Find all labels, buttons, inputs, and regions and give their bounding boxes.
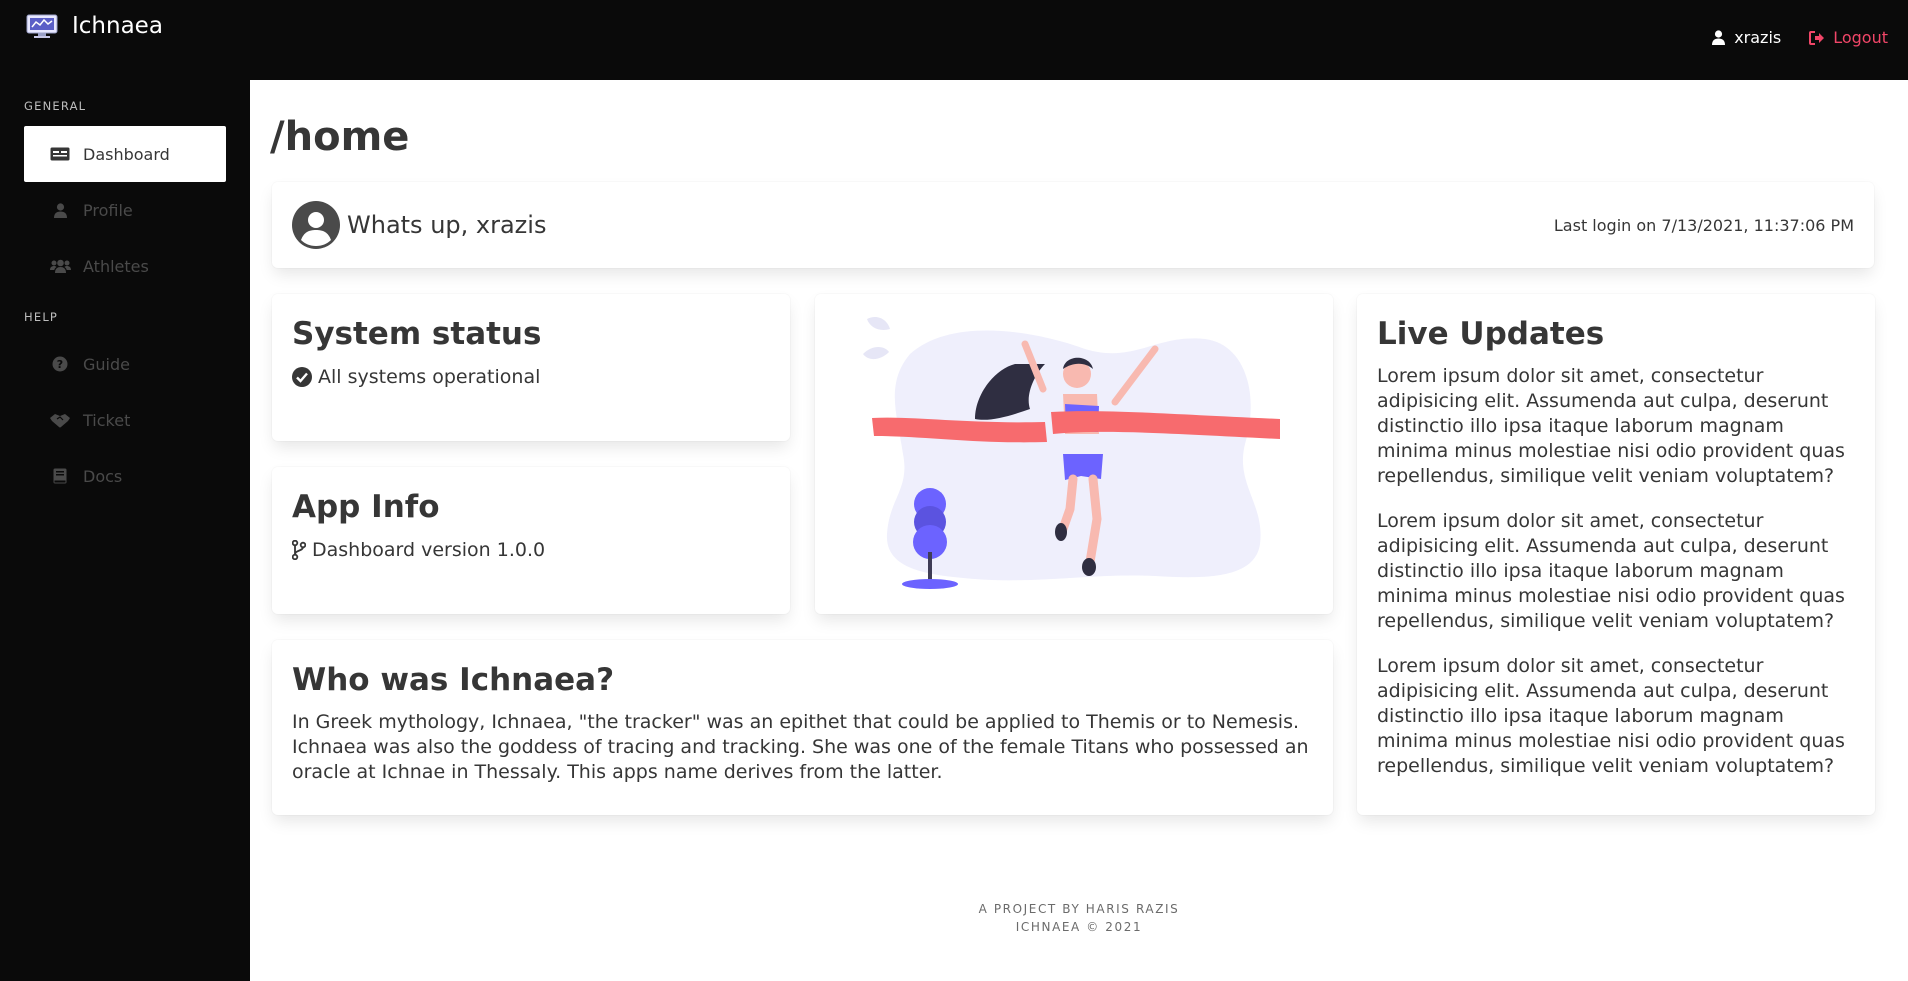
user-icon: [49, 200, 71, 220]
about-card: Who was Ichnaea? In Greek mythology, Ich…: [272, 640, 1333, 815]
check-circle-icon: [292, 367, 312, 387]
users-icon: [49, 256, 71, 276]
sidebar-item-ticket[interactable]: Ticket: [24, 392, 226, 448]
sidebar-item-label: Ticket: [83, 410, 131, 430]
sidebar-item-label: Dashboard: [83, 144, 170, 164]
brand-name: Ichnaea: [72, 13, 163, 39]
live-update-paragraph: Lorem ipsum dolor sit amet, consectetur …: [1377, 510, 1845, 632]
welcome-greeting: Whats up, xrazis: [347, 211, 547, 239]
question-circle-icon: ?: [49, 354, 71, 374]
top-navbar: Ichnaea xrazis Logout: [0, 0, 1908, 80]
handshake-icon: [49, 410, 71, 430]
illustration-card: [815, 294, 1333, 614]
sidebar-item-label: Docs: [83, 466, 123, 486]
welcome-card: Whats up, xrazis Last login on 7/13/2021…: [272, 182, 1874, 268]
live-updates-card: Live Updates Lorem ipsum dolor sit amet,…: [1357, 294, 1875, 815]
sidebar-item-label: Profile: [83, 200, 133, 220]
sidebar: GENERAL Dashboard Profile Athletes HELP …: [0, 80, 250, 981]
book-icon: [49, 466, 71, 486]
card-title: Who was Ichnaea?: [292, 662, 615, 698]
sidebar-item-profile[interactable]: Profile: [24, 182, 226, 238]
brand[interactable]: Ichnaea: [26, 10, 163, 42]
sidebar-item-label: Athletes: [83, 256, 149, 276]
code-branch-icon: [292, 540, 306, 560]
sidebar-item-label: Guide: [83, 354, 130, 374]
version-text: Dashboard version 1.0.0: [312, 539, 546, 561]
last-login-text: Last login on 7/13/2021, 11:37:06 PM: [1553, 216, 1854, 235]
footer-credit: A PROJECT BY HARIS RAZIS: [978, 902, 1180, 916]
user-menu[interactable]: xrazis: [1712, 28, 1781, 47]
card-title: System status: [292, 316, 542, 352]
main-content: /home Whats up, xrazis Last login on 7/1…: [250, 80, 1908, 981]
live-update-paragraph: Lorem ipsum dolor sit amet, consectetur …: [1377, 655, 1845, 777]
status-line: All systems operational: [292, 366, 540, 388]
svg-text:?: ?: [57, 358, 63, 371]
runner-finish-line-illustration: [863, 317, 1280, 589]
sidebar-item-guide[interactable]: ? Guide: [24, 336, 226, 392]
status-text: All systems operational: [318, 366, 541, 388]
logout-label: Logout: [1833, 28, 1888, 47]
sidebar-item-dashboard[interactable]: Dashboard: [24, 126, 226, 182]
username-label: xrazis: [1734, 28, 1782, 47]
about-text: In Greek mythology, Ichnaea, "the tracke…: [292, 711, 1309, 783]
app-logo-icon: [26, 14, 58, 38]
user-circle-icon: [292, 201, 340, 249]
live-update-paragraph: Lorem ipsum dolor sit amet, consectetur …: [1377, 365, 1845, 487]
id-card-icon: [49, 144, 71, 164]
card-title: Live Updates: [1377, 316, 1605, 352]
footer-copyright: ICHNAEA © 2021: [1015, 920, 1143, 934]
navbar-right: xrazis Logout: [1712, 28, 1888, 47]
page-title: /home: [270, 114, 410, 160]
card-title: App Info: [292, 489, 440, 525]
sign-out-icon: [1809, 30, 1825, 45]
logout-button[interactable]: Logout: [1809, 28, 1888, 47]
menu-label-help: HELP: [24, 310, 59, 324]
version-line: Dashboard version 1.0.0: [292, 539, 545, 561]
system-status-card: System status All systems operational: [272, 294, 790, 441]
user-icon: [1712, 30, 1726, 45]
app-info-card: App Info Dashboard version 1.0.0: [272, 467, 790, 614]
menu-label-general: GENERAL: [24, 99, 87, 113]
sidebar-item-docs[interactable]: Docs: [24, 448, 226, 504]
sidebar-item-athletes[interactable]: Athletes: [24, 238, 226, 294]
